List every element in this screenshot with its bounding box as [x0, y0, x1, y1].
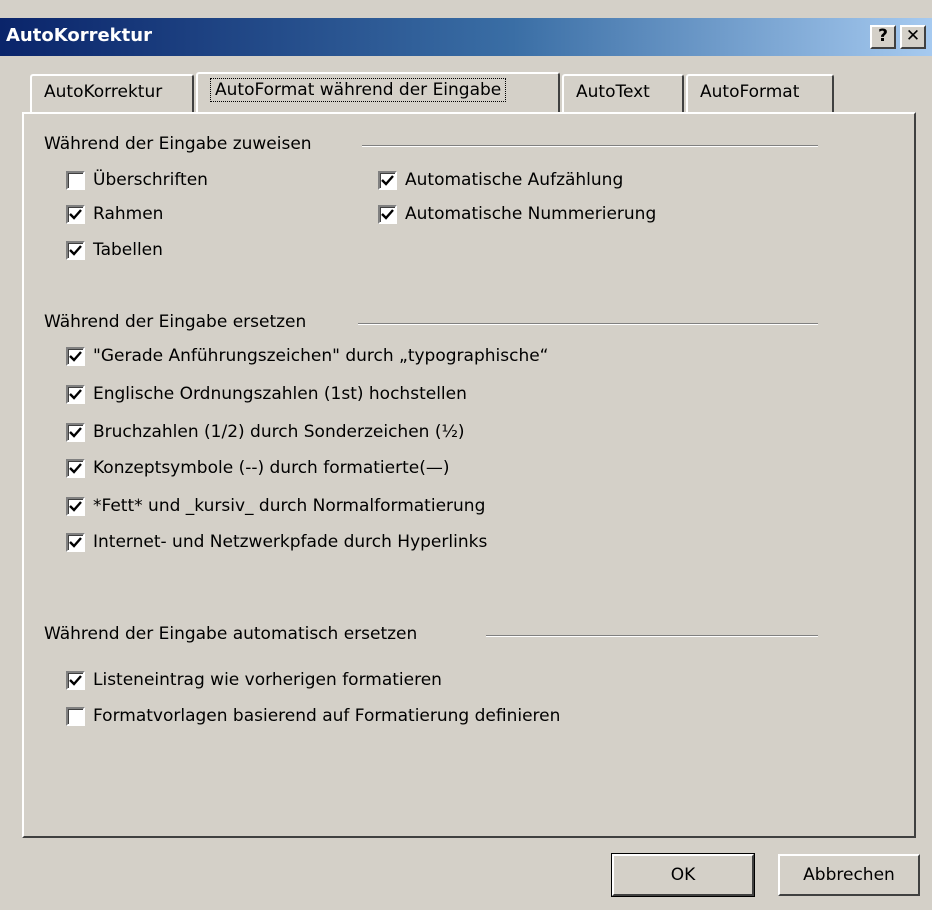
- ok-button[interactable]: OK: [611, 853, 755, 897]
- checkbox-aufzaehlung[interactable]: Automatische Aufzählung: [378, 170, 623, 190]
- checkmark-icon: [69, 244, 82, 256]
- checkbox-label: Konzeptsymbole (--) durch formatierte(—): [93, 458, 450, 478]
- group-divider: [486, 635, 818, 637]
- checkbox-box[interactable]: [66, 532, 85, 552]
- checkbox-tabellen[interactable]: Tabellen: [66, 240, 163, 260]
- group-title-replace: Während der Eingabe ersetzen: [44, 312, 307, 332]
- checkbox-label: Bruchzahlen (1/2) durch Sonderzeichen (½…: [93, 422, 465, 442]
- checkbox-label: "Gerade Anführungszeichen" durch „typogr…: [93, 346, 549, 366]
- checkbox-label: Tabellen: [93, 240, 163, 260]
- window-title: AutoKorrektur: [6, 25, 152, 46]
- checkbox-box[interactable]: [66, 240, 85, 260]
- checkmark-icon: [69, 536, 82, 548]
- checkbox-label: Automatische Nummerierung: [405, 204, 657, 224]
- checkbox-konzeptsymbole[interactable]: Konzeptsymbole (--) durch formatierte(—): [66, 458, 450, 478]
- checkbox-label: *Fett* und _kursiv_ durch Normalformatie…: [93, 496, 486, 516]
- checkbox-nummerierung[interactable]: Automatische Nummerierung: [378, 204, 656, 224]
- checkbox-label: Rahmen: [93, 204, 164, 224]
- checkbox-formatvorlagen[interactable]: Formatvorlagen basierend auf Formatierun…: [66, 706, 560, 726]
- checkbox-box[interactable]: [66, 422, 85, 442]
- checkmark-icon: [381, 208, 394, 220]
- checkbox-bruchzahlen[interactable]: Bruchzahlen (1/2) durch Sonderzeichen (½…: [66, 422, 465, 442]
- checkbox-anfuehrungszeichen[interactable]: "Gerade Anführungszeichen" durch „typogr…: [66, 346, 548, 366]
- checkmark-icon: [69, 388, 82, 400]
- tab-autoformat-eingabe[interactable]: AutoFormat während der Eingabe: [196, 72, 560, 112]
- checkmark-icon: [69, 350, 82, 362]
- checkmark-icon: [69, 462, 82, 474]
- checkbox-ordnungszahlen[interactable]: Englische Ordnungszahlen (1st) hochstell…: [66, 384, 467, 404]
- checkbox-label: Internet- und Netzwerkpfade durch Hyperl…: [93, 532, 488, 552]
- help-button[interactable]: ?: [870, 25, 896, 49]
- checkmark-icon: [69, 208, 82, 220]
- checkmark-icon: [69, 674, 82, 686]
- checkbox-box[interactable]: [66, 384, 85, 404]
- tab-autokorrektur[interactable]: AutoKorrektur: [30, 74, 194, 112]
- checkbox-label: Automatische Aufzählung: [405, 170, 624, 190]
- checkbox-box[interactable]: [66, 706, 85, 726]
- checkbox-box[interactable]: [66, 204, 85, 224]
- tab-label: AutoFormat während der Eingabe: [210, 78, 507, 102]
- tab-autotext[interactable]: AutoText: [562, 74, 684, 112]
- autokorrektur-dialog: AutoKorrektur ? ✕ AutoKorrektur AutoForm…: [0, 0, 932, 910]
- group-divider: [358, 323, 818, 325]
- checkbox-ueberschriften[interactable]: Überschriften: [66, 170, 208, 190]
- group-title-auto: Während der Eingabe automatisch ersetzen: [44, 624, 418, 644]
- checkbox-rahmen[interactable]: Rahmen: [66, 204, 163, 224]
- tab-label: AutoKorrektur: [44, 82, 163, 102]
- checkbox-hyperlinks[interactable]: Internet- und Netzwerkpfade durch Hyperl…: [66, 532, 487, 552]
- tab-label: AutoFormat: [700, 82, 800, 102]
- checkbox-label: Englische Ordnungszahlen (1st) hochstell…: [93, 384, 467, 404]
- checkbox-fett-kursiv[interactable]: *Fett* und _kursiv_ durch Normalformatie…: [66, 496, 485, 516]
- tab-panel: Während der Eingabe zuweisen Überschrift…: [22, 112, 916, 838]
- checkbox-listeneintrag[interactable]: Listeneintrag wie vorherigen formatieren: [66, 670, 442, 690]
- group-divider: [362, 145, 818, 147]
- checkbox-box[interactable]: [66, 170, 85, 190]
- checkbox-label: Listeneintrag wie vorherigen formatieren: [93, 670, 442, 690]
- close-button[interactable]: ✕: [900, 25, 926, 49]
- checkbox-box[interactable]: [66, 458, 85, 478]
- checkbox-box[interactable]: [66, 670, 85, 690]
- checkbox-box[interactable]: [378, 204, 397, 224]
- checkbox-box[interactable]: [378, 170, 397, 190]
- group-title-apply: Während der Eingabe zuweisen: [44, 134, 312, 154]
- tab-autoformat[interactable]: AutoFormat: [686, 74, 834, 112]
- title-bar: AutoKorrektur ? ✕: [0, 18, 932, 56]
- checkbox-box[interactable]: [66, 346, 85, 366]
- cancel-button[interactable]: Abbrechen: [778, 854, 920, 896]
- checkmark-icon: [69, 426, 82, 438]
- checkbox-label: Überschriften: [93, 170, 208, 190]
- checkbox-label: Formatvorlagen basierend auf Formatierun…: [93, 706, 561, 726]
- checkmark-icon: [69, 500, 82, 512]
- checkmark-icon: [381, 174, 394, 186]
- tab-label: AutoText: [576, 82, 650, 102]
- checkbox-box[interactable]: [66, 496, 85, 516]
